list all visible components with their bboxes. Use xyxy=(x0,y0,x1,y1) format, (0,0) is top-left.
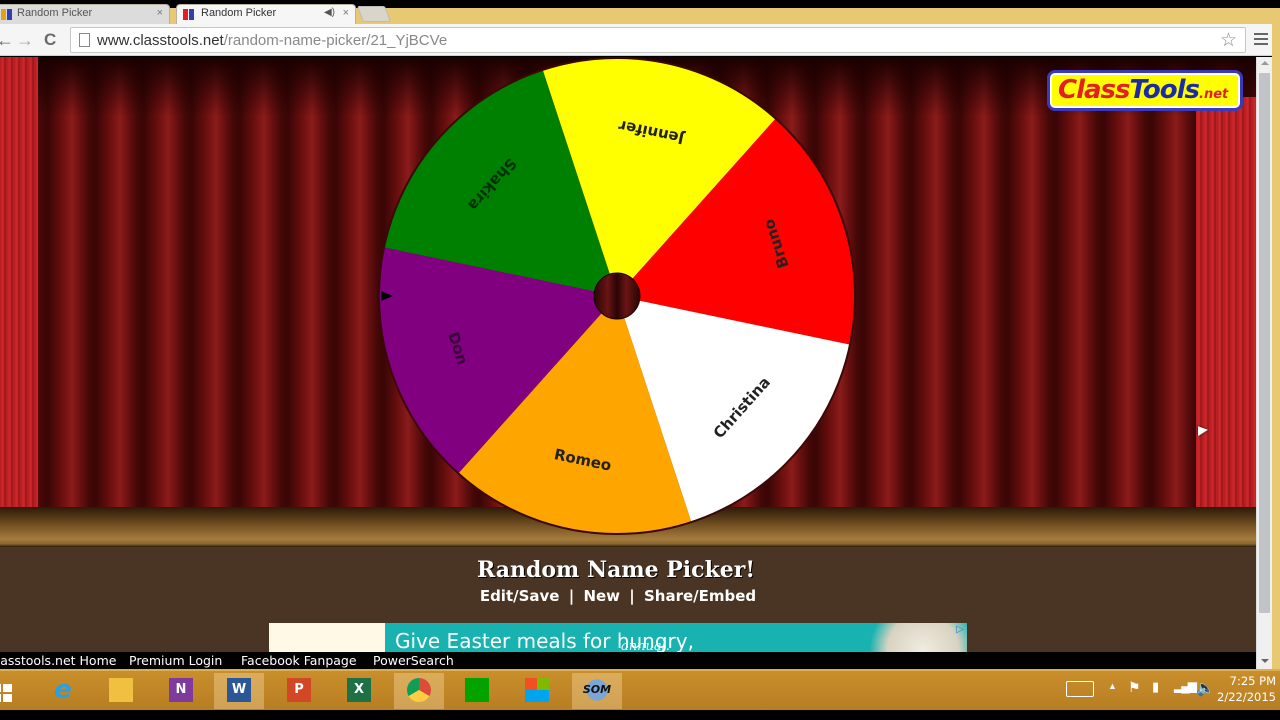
tab-strip: Random Picker × Random Picker ◀) × xyxy=(0,0,1280,24)
footer-link-premium-login[interactable]: Premium Login xyxy=(129,653,222,668)
name-wheel[interactable]: Jennifer Bruno Christina Romeo Don Shakira xyxy=(370,57,870,547)
separator: | xyxy=(629,587,635,605)
scroll-down-arrow[interactable] xyxy=(1261,659,1269,663)
start-button[interactable] xyxy=(0,673,42,709)
taskbar-app-chrome[interactable] xyxy=(394,673,444,709)
windows-logo-icon xyxy=(0,684,14,704)
scroll-thumb[interactable] xyxy=(1259,73,1270,613)
battery-icon[interactable]: ▮ xyxy=(1152,679,1159,695)
chrome-menu-icon[interactable] xyxy=(1254,33,1268,45)
taskbar-app-internet-explorer[interactable]: e xyxy=(38,673,88,709)
footer-link-home[interactable]: Classtools.net Home xyxy=(0,653,116,668)
word-icon: W xyxy=(227,678,251,702)
file-explorer-icon xyxy=(109,678,133,702)
screen: Random Picker × Random Picker ◀) × ← → C… xyxy=(0,0,1280,720)
keyboard-icon[interactable] xyxy=(1066,681,1094,697)
system-tray: ▲ ⚑ ▮ ▂▄▆ xyxy=(1066,671,1197,709)
tab-label: Random Picker xyxy=(201,7,277,19)
address-bar[interactable]: www.classtools.net/random-name-picker/21… xyxy=(70,27,1246,53)
adchoices-icon[interactable]: ▷ xyxy=(956,624,964,635)
url-path: /random-name-picker/21_YjBCVe xyxy=(223,32,448,49)
taskbar-app-excel[interactable]: X xyxy=(334,673,384,709)
store-icon xyxy=(465,678,489,702)
system-clock[interactable]: 7:25 PM 2/22/2015 xyxy=(1217,673,1276,705)
right-curtain xyxy=(1196,97,1256,527)
bookmark-star-icon[interactable]: ☆ xyxy=(1220,29,1237,52)
volume-icon[interactable]: 🔈 xyxy=(1196,679,1215,697)
logo-net-text: .net xyxy=(1199,87,1229,102)
vertical-scrollbar[interactable] xyxy=(1256,57,1272,669)
taskbar-app-powerpoint[interactable]: P xyxy=(274,673,324,709)
footer-link-powersearch[interactable]: PowerSearch xyxy=(373,653,454,668)
window-border xyxy=(1272,24,1280,669)
new-link[interactable]: New xyxy=(583,587,620,605)
taskbar-app-store[interactable] xyxy=(452,673,502,709)
classtools-logo[interactable]: ClassTools.net xyxy=(1047,70,1243,111)
action-links: Edit/Save | New | Share/Embed xyxy=(0,587,1236,605)
audio-playing-icon: ◀) xyxy=(323,7,335,18)
page-title: Random Name Picker! xyxy=(476,557,756,583)
logo-tools-text: Tools xyxy=(1129,75,1200,105)
close-tab-icon[interactable]: × xyxy=(157,7,163,19)
tab-label: Random Picker xyxy=(17,7,93,19)
clock-date: 2/22/2015 xyxy=(1217,690,1276,704)
taskbar-app-office[interactable] xyxy=(512,673,562,709)
taskbar-app-word[interactable]: W xyxy=(214,673,264,709)
office-icon xyxy=(525,678,549,702)
browser-toolbar: ← → C www.classtools.net/random-name-pic… xyxy=(0,24,1280,56)
classtools-favicon xyxy=(183,9,195,20)
taskbar-app-som[interactable]: SOM xyxy=(572,673,622,709)
page-viewport: ClassTools.net Jennifer Bruno Christina Rom… xyxy=(0,57,1256,669)
action-center-flag-icon[interactable]: ⚑ xyxy=(1128,679,1141,696)
close-tab-icon[interactable]: × xyxy=(343,7,349,19)
powerpoint-icon: P xyxy=(287,678,311,702)
taskbar-app-file-explorer[interactable] xyxy=(96,673,146,709)
new-tab-button[interactable] xyxy=(357,6,391,22)
chrome-icon xyxy=(407,678,431,702)
back-button[interactable]: ← xyxy=(0,30,14,50)
som-icon: SOM xyxy=(582,678,612,702)
footer-link-bar: Classtools.net Home Premium Login Facebo… xyxy=(0,652,1256,669)
classtools-favicon xyxy=(1,9,13,20)
scroll-up-arrow[interactable] xyxy=(1261,61,1269,65)
show-hidden-icons[interactable]: ▲ xyxy=(1108,681,1117,691)
separator: | xyxy=(568,587,575,605)
footer-link-facebook[interactable]: Facebook Fanpage xyxy=(241,653,357,668)
windows-taskbar: e N W P X SOM ▲ ⚑ ▮ ▂▄▆ 🔈 7:25 PM 2/22/2015 xyxy=(0,669,1280,710)
wheel-hub[interactable] xyxy=(593,272,641,320)
share-embed-link[interactable]: Share/Embed xyxy=(644,587,756,605)
taskbar-app-onenote[interactable]: N xyxy=(156,673,206,709)
reload-button[interactable]: C xyxy=(44,30,56,50)
edit-save-link[interactable]: Edit/Save xyxy=(480,587,560,605)
page-icon xyxy=(79,33,90,47)
tab-random-picker-1[interactable]: Random Picker × xyxy=(0,4,170,24)
internet-explorer-icon: e xyxy=(54,675,72,705)
forward-button[interactable]: → xyxy=(16,30,34,50)
tab-random-picker-2[interactable]: Random Picker ◀) × xyxy=(176,4,356,24)
network-signal-icon[interactable]: ▂▄▆ xyxy=(1174,679,1197,693)
url-host: www.classtools.net xyxy=(97,32,224,49)
url-text[interactable]: www.classtools.net/random-name-picker/21… xyxy=(97,32,447,49)
clock-time: 7:25 PM xyxy=(1229,674,1276,688)
wheel-svg[interactable]: JenniferBrunoChristinaRomeoDonShakira xyxy=(370,57,870,547)
onenote-icon: N xyxy=(169,678,193,702)
logo-class-text: Class xyxy=(1058,75,1130,105)
excel-icon: X xyxy=(347,678,371,702)
left-curtain xyxy=(0,57,38,527)
